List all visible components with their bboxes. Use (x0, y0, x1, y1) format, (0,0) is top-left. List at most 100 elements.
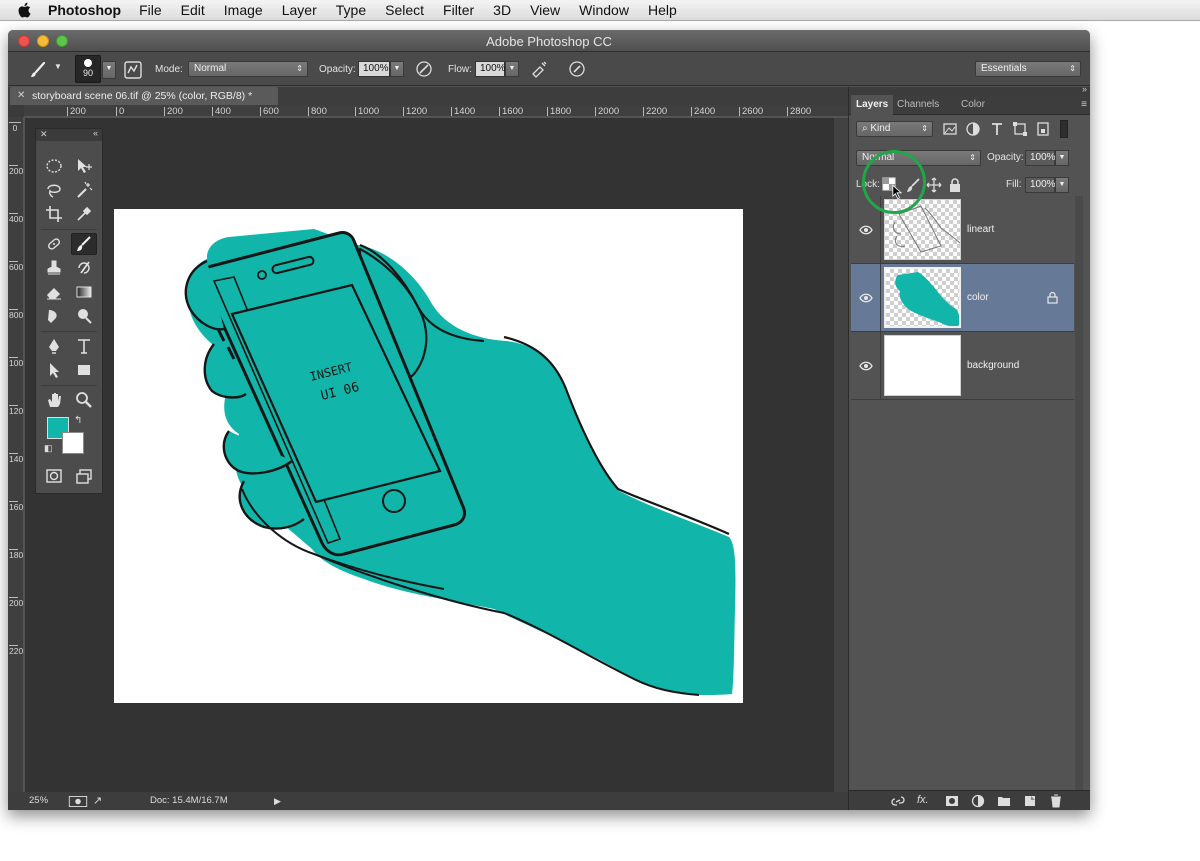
clone-stamp-tool[interactable] (41, 257, 67, 279)
pressure-size-icon[interactable] (568, 60, 586, 78)
menu-3d[interactable]: 3D (493, 2, 511, 18)
vertical-ruler[interactable]: 0 200 400 600 800 1000 1200 1400 1600 18… (8, 117, 24, 792)
type-tool[interactable] (71, 335, 97, 357)
crop-tool[interactable] (41, 203, 67, 225)
dock-collapse-bar[interactable]: » (849, 84, 1090, 95)
flow-input[interactable]: 100% (475, 61, 506, 77)
close-panel-icon[interactable]: ✕ (40, 129, 48, 140)
filter-adjustment-icon[interactable] (965, 121, 981, 137)
gradient-tool[interactable] (71, 281, 97, 303)
menu-edit[interactable]: Edit (181, 2, 205, 18)
eraser-tool[interactable] (41, 281, 67, 303)
menu-window[interactable]: Window (579, 2, 629, 18)
workspace-select[interactable]: Essentials ⇕ (975, 61, 1081, 77)
collapse-panel-icon[interactable]: « (93, 128, 98, 138)
brush-tool-preset-icon[interactable] (28, 60, 48, 80)
eye-icon[interactable] (859, 291, 873, 305)
airbrush-icon[interactable] (530, 60, 548, 78)
layer-opacity-dropdown[interactable]: ▼ (1055, 150, 1069, 166)
brush-tool[interactable] (71, 233, 97, 255)
status-menu-arrow-icon[interactable]: ▶ (274, 792, 281, 810)
quick-mask-button[interactable] (41, 465, 67, 487)
menu-app-photoshop[interactable]: Photoshop (48, 2, 121, 18)
zoom-tool[interactable] (71, 389, 97, 411)
opacity-input[interactable]: 100% (358, 61, 390, 77)
dodge-tool[interactable] (71, 305, 97, 327)
menu-filter[interactable]: Filter (443, 2, 474, 18)
pressure-opacity-icon[interactable] (415, 60, 433, 78)
ruler-origin[interactable] (8, 105, 24, 117)
layers-scrollbar[interactable] (1075, 196, 1083, 790)
layer-row-background[interactable]: background (851, 332, 1074, 400)
adjustment-layer-icon[interactable] (971, 794, 985, 808)
blur-tool[interactable] (41, 305, 67, 327)
filter-smart-object-icon[interactable] (1035, 121, 1051, 137)
new-layer-icon[interactable] (1023, 794, 1037, 808)
filter-shape-icon[interactable] (1012, 121, 1028, 137)
brush-picker-dropdown[interactable]: ▼ (102, 61, 116, 79)
history-brush-tool[interactable] (71, 257, 97, 279)
apple-icon[interactable] (16, 2, 34, 18)
layer-opacity-input[interactable]: 100% (1025, 150, 1056, 166)
move-tool[interactable] (71, 155, 97, 177)
flow-dropdown[interactable]: ▼ (505, 61, 519, 77)
link-layers-icon[interactable] (891, 794, 905, 808)
close-tab-icon[interactable]: ✕ (17, 87, 25, 105)
fx-icon[interactable]: fx. (917, 794, 929, 806)
filter-kind-select[interactable]: ⌕ Kind ⇕ (856, 121, 933, 137)
brush-panel-toggle-icon[interactable] (124, 61, 142, 79)
background-color-swatch[interactable] (62, 432, 84, 454)
menu-view[interactable]: View (530, 2, 560, 18)
tab-color[interactable]: Color (956, 95, 990, 115)
menu-type[interactable]: Type (336, 2, 366, 18)
elliptical-marquee-tool[interactable] (41, 155, 67, 177)
healing-brush-tool[interactable] (41, 233, 67, 255)
zoom-level[interactable]: 25% (29, 792, 48, 810)
panel-menu-icon[interactable]: ≡ (1081, 99, 1087, 110)
swap-colors-icon[interactable]: ↰ (74, 415, 82, 426)
mode-select[interactable]: Normal ⇕ (188, 61, 308, 77)
tool-preset-dropdown-icon[interactable]: ▼ (54, 62, 62, 71)
share-icon[interactable]: ↗ (93, 792, 102, 810)
layer-fill-input[interactable]: 100% (1025, 177, 1056, 193)
lock-all-icon[interactable] (947, 177, 963, 193)
add-mask-icon[interactable] (945, 794, 959, 808)
opacity-dropdown[interactable]: ▼ (390, 61, 404, 77)
canvas-area[interactable]: INSERT UI 06 ✕ « ↰ ◧ (25, 118, 834, 792)
menu-help[interactable]: Help (648, 2, 677, 18)
hand-tool[interactable] (41, 389, 67, 411)
menu-layer[interactable]: Layer (282, 2, 317, 18)
layer-fill-dropdown[interactable]: ▼ (1055, 177, 1069, 193)
magic-wand-tool[interactable] (71, 179, 97, 201)
default-colors-icon[interactable]: ◧ (44, 443, 53, 454)
document-tab[interactable]: ✕ storyboard scene 06.tif @ 25% (color, … (10, 87, 278, 105)
eye-icon[interactable] (859, 223, 873, 237)
tab-channels[interactable]: Channels (892, 95, 944, 115)
path-selection-tool[interactable] (41, 359, 67, 381)
status-info-icon[interactable] (68, 796, 88, 807)
menu-select[interactable]: Select (385, 2, 424, 18)
canvas-vertical-scrollbar[interactable] (834, 118, 848, 792)
new-group-icon[interactable] (997, 794, 1011, 808)
window-titlebar[interactable]: Adobe Photoshop CC (8, 30, 1090, 52)
menu-file[interactable]: File (139, 2, 162, 18)
brush-size-preview[interactable]: 90 (75, 55, 101, 83)
menu-image[interactable]: Image (224, 2, 263, 18)
rectangle-tool[interactable] (71, 359, 97, 381)
tools-panel-header[interactable]: ✕ « (36, 128, 102, 141)
tab-layers[interactable]: Layers (851, 95, 894, 115)
pen-tool[interactable] (41, 335, 67, 357)
filter-pixel-icon[interactable] (942, 121, 958, 137)
eyedropper-tool[interactable] (71, 203, 97, 225)
lasso-tool[interactable] (41, 179, 67, 201)
document-canvas[interactable]: INSERT UI 06 (114, 209, 743, 703)
filter-toggle-switch[interactable] (1060, 120, 1068, 138)
collapse-dock-icon[interactable]: » (1082, 84, 1087, 94)
screen-mode-button[interactable] (71, 465, 97, 487)
eye-icon[interactable] (859, 359, 873, 373)
delete-layer-icon[interactable] (1049, 794, 1063, 808)
horizontal-ruler[interactable]: 200 0 200 400 600 800 1000 1200 1400 160… (24, 105, 848, 117)
layer-row-color[interactable]: color (851, 264, 1074, 332)
filter-type-icon[interactable] (989, 121, 1005, 137)
lock-position-icon[interactable] (926, 177, 942, 193)
